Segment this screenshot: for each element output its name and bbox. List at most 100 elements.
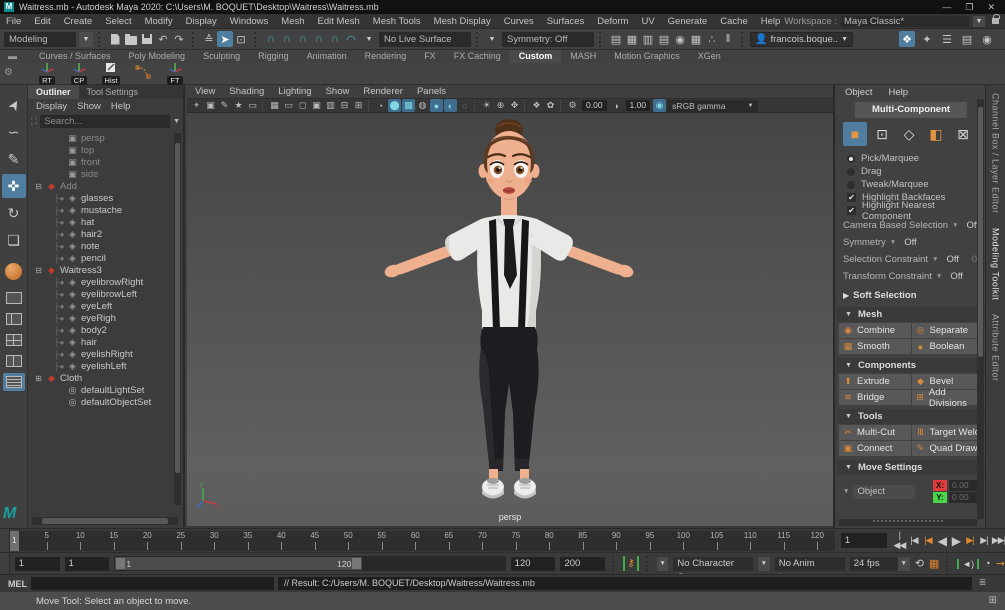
- radio-tweak-marquee[interactable]: Tweak/Marquee: [837, 178, 985, 191]
- joint-xray-icon[interactable]: ❖: [530, 99, 543, 112]
- viewport-menu-panels[interactable]: Panels: [417, 86, 446, 97]
- playblast-icon[interactable]: ▦: [929, 557, 939, 570]
- anim-layer-dropdown-icon[interactable]: ▼: [758, 557, 770, 571]
- snap-grid-icon[interactable]: ∩: [263, 31, 279, 47]
- make-live-icon[interactable]: ◠: [343, 31, 359, 47]
- gamma-icon[interactable]: ◑: [610, 99, 623, 112]
- lock-camera-icon[interactable]: ▣: [204, 99, 217, 112]
- play-backwards-icon[interactable]: ◀: [936, 534, 948, 548]
- outliner-node-body2[interactable]: ├●◈ body2: [28, 324, 183, 336]
- lasso-tool-icon[interactable]: ∽: [2, 120, 26, 144]
- step-back-key-icon[interactable]: |◀: [922, 535, 934, 546]
- field-chart-icon[interactable]: ▥: [324, 99, 337, 112]
- outliner-vertical-scrollbar[interactable]: [174, 133, 181, 505]
- tool-settings-toggle-icon[interactable]: ◉: [979, 31, 995, 47]
- playback-loop-icon[interactable]: ⟲: [915, 557, 924, 570]
- mel-label[interactable]: MEL: [8, 579, 27, 589]
- outliner-node-cloth[interactable]: ⊞◆ Cloth: [28, 372, 183, 384]
- select-by-name-icon[interactable]: ⛶: [31, 116, 37, 127]
- scale-tool-icon[interactable]: ❏: [2, 228, 26, 252]
- separate-button[interactable]: ◎Separate: [912, 323, 984, 338]
- shelf-item-curve[interactable]: [130, 65, 156, 82]
- display-layers-icon[interactable]: ∴: [704, 31, 720, 47]
- radio-drag[interactable]: Drag: [837, 165, 985, 178]
- setting-transform-constraint[interactable]: Transform Constraint▼Off: [837, 268, 985, 285]
- shelf-item-rt[interactable]: RT: [34, 62, 60, 85]
- anim-end-field[interactable]: 200: [560, 557, 605, 571]
- fps-dropdown-icon[interactable]: ▼: [898, 557, 910, 571]
- film-gate-icon[interactable]: ▭: [282, 99, 295, 112]
- undo-icon[interactable]: ↶: [155, 31, 171, 47]
- bridge-button[interactable]: ≋Bridge: [839, 390, 911, 405]
- move-tool-icon[interactable]: ✜: [2, 174, 26, 198]
- play-forwards-icon[interactable]: ▶: [950, 534, 962, 548]
- sidebar-tab-attribute-editor[interactable]: Attribute Editor: [991, 314, 1001, 382]
- account-chip[interactable]: 👤 francois.boque.. ▼: [750, 32, 853, 47]
- snap-view-plane-icon[interactable]: ∩: [327, 31, 343, 47]
- outliner-node-pencil[interactable]: ├●◈ pencil: [28, 252, 183, 264]
- toolkit-menu-help[interactable]: Help: [888, 87, 908, 98]
- render-view-icon[interactable]: ▤: [608, 31, 624, 47]
- outliner-node-hair[interactable]: ├●◈ hair: [28, 336, 183, 348]
- snap-point-icon[interactable]: ∩: [295, 31, 311, 47]
- character-model[interactable]: y x: [187, 113, 835, 526]
- shadows-icon[interactable]: ●: [430, 99, 443, 112]
- vertex-mode-icon[interactable]: ⊡: [870, 122, 894, 146]
- combine-button[interactable]: ◉Combine: [839, 323, 911, 338]
- extrude-button[interactable]: ⬆Extrude: [839, 374, 911, 389]
- outliner-tab-outliner[interactable]: Outliner: [28, 85, 79, 99]
- soft-selection-row[interactable]: ▶ Soft Selection: [837, 287, 985, 304]
- modeling-toolkit-toggle-icon[interactable]: ❖: [899, 31, 915, 47]
- shelf-tab-rigging[interactable]: Rigging: [249, 50, 298, 63]
- resolution-gate-icon[interactable]: ◻: [296, 99, 309, 112]
- camera-attributes-icon[interactable]: ✎: [218, 99, 231, 112]
- shelf-tab-fx-caching[interactable]: FX Caching: [445, 50, 510, 63]
- menu-edit-mesh[interactable]: Edit Mesh: [318, 16, 360, 27]
- safe-action-icon[interactable]: ⊟: [338, 99, 351, 112]
- menu-file[interactable]: File: [6, 16, 21, 27]
- anim-layer-field[interactable]: No Anim Layer: [775, 557, 845, 571]
- shelf-tab-motion-graphics[interactable]: Motion Graphics: [605, 50, 689, 63]
- quad-draw-button[interactable]: ✎Quad Draw: [912, 441, 984, 456]
- shelf-tab-animation[interactable]: Animation: [298, 50, 356, 63]
- character-controls-toggle-icon[interactable]: ✦: [919, 31, 935, 47]
- outliner-node-add[interactable]: ⊟◆ Add: [28, 180, 183, 192]
- layout-outliner-persp[interactable]: [3, 373, 25, 391]
- face-mode-icon[interactable]: ◧: [924, 122, 948, 146]
- grid-snap-help-icon[interactable]: ⊞: [989, 595, 997, 606]
- sidebar-tab-modeling-toolkit[interactable]: Modeling Toolkit: [991, 228, 1001, 300]
- attribute-editor-toggle-icon[interactable]: ▤: [959, 31, 975, 47]
- last-tool-sphere-icon[interactable]: [5, 263, 22, 280]
- menu-display[interactable]: Display: [186, 16, 217, 27]
- menu-generate[interactable]: Generate: [668, 16, 708, 27]
- bookmark-icon[interactable]: ★: [232, 99, 245, 112]
- symmetry-dropdown-icon[interactable]: ▼: [485, 32, 499, 47]
- current-time-field[interactable]: 1: [841, 533, 887, 548]
- section-tools[interactable]: ▼Tools: [837, 409, 985, 424]
- hierarchy-select-icon[interactable]: ≙: [201, 31, 217, 47]
- outliner-node-front[interactable]: ·▣ front: [28, 156, 183, 168]
- go-to-start-icon[interactable]: |◀◀: [893, 530, 906, 551]
- menu-windows[interactable]: Windows: [230, 16, 269, 27]
- symmetry-field[interactable]: Symmetry: Off: [502, 32, 594, 47]
- snap-projected-center-icon[interactable]: ∩: [311, 31, 327, 47]
- minimize-icon[interactable]: —: [942, 2, 951, 13]
- viewport-menu-shading[interactable]: Shading: [229, 86, 264, 97]
- occlusion-icon[interactable]: ◐: [444, 99, 457, 112]
- setting-selection-constraint[interactable]: Selection Constraint▼Off 0: [837, 251, 985, 268]
- layout-four-pane[interactable]: [3, 331, 25, 349]
- maximize-icon[interactable]: ❐: [965, 2, 973, 13]
- render-settings-icon[interactable]: ▤: [656, 31, 672, 47]
- script-editor-icon[interactable]: ≣: [976, 577, 989, 590]
- toolkit-horizontal-scrollbar[interactable]: [839, 519, 977, 526]
- animation-prefs-icon[interactable]: ➞: [996, 557, 1005, 570]
- shelf-item-ft[interactable]: FT: [162, 62, 188, 85]
- live-surface-field[interactable]: No Live Surface: [379, 32, 471, 47]
- shelf-item-hist[interactable]: Hist: [98, 62, 124, 85]
- viewport-menu-lighting[interactable]: Lighting: [278, 86, 311, 97]
- playback-speed-icon[interactable]: ◔: [984, 558, 991, 570]
- redo-icon[interactable]: ↷: [171, 31, 187, 47]
- use-default-material-icon[interactable]: ◍: [416, 99, 429, 112]
- outliner-search-input[interactable]: Search...: [40, 115, 170, 128]
- workspace-selector[interactable]: Maya Classic*: [841, 16, 969, 27]
